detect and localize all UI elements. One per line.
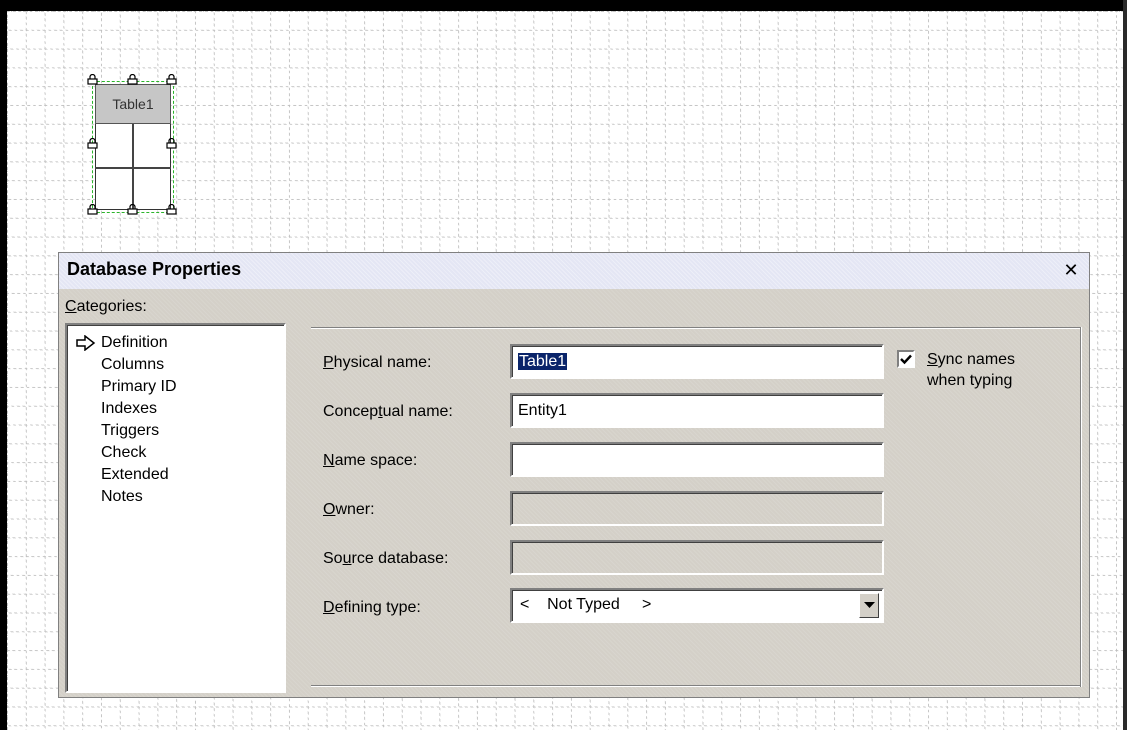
window-title: Database Properties [67, 259, 242, 279]
window-frame-top [0, 0, 1127, 11]
physical-name-label-text: hysical name: [333, 354, 432, 371]
checkmark-icon [900, 354, 912, 365]
category-item-label: Definition [101, 334, 168, 351]
sync-names-label-line2: when typing [927, 372, 1013, 389]
selection-outline [92, 81, 174, 213]
owner-label: Owner: [323, 501, 375, 519]
physical-name-field[interactable]: Table1 [510, 344, 884, 379]
name-space-accesskey: N [323, 452, 335, 469]
source-database-label: Source database: [323, 550, 448, 568]
sync-names-checkbox[interactable] [897, 350, 915, 368]
name-space-label: Name space: [323, 452, 417, 470]
database-properties-window: Database Properties ✕ Categories: Defini… [58, 252, 1090, 698]
lock-handle-icon[interactable] [166, 74, 177, 85]
categories-list[interactable]: Definition Columns Primary ID Indexes Tr… [65, 323, 286, 693]
physical-name-label: Physical name: [323, 354, 432, 372]
defining-type-select[interactable]: < Not Typed > [510, 588, 884, 623]
panel-divider-bottom [311, 685, 1082, 687]
categories-label: Categories: [65, 298, 147, 316]
source-database-label-text: rce database: [351, 550, 449, 567]
panel-divider-top [311, 327, 1082, 329]
conceptual-name-label: Conceptual name: [323, 403, 453, 421]
categories-label-accesskey: C [65, 298, 77, 315]
name-space-field[interactable] [510, 442, 884, 477]
conceptual-name-label-pre: Concep [323, 403, 379, 420]
category-item-label: Check [101, 444, 147, 461]
defining-type-value: < Not Typed > [520, 596, 652, 613]
lock-handle-icon[interactable] [87, 204, 98, 215]
physical-name-value: Table1 [518, 353, 568, 370]
conceptual-name-label-text: ual name: [382, 403, 453, 420]
category-item-label: Notes [101, 488, 143, 505]
category-item-extended[interactable]: Extended [71, 465, 280, 487]
lock-handle-icon[interactable] [87, 74, 98, 85]
table-shape[interactable]: Table1 [87, 74, 177, 215]
category-item-label: Columns [101, 356, 165, 373]
category-item-label: Triggers [101, 422, 160, 439]
defining-type-label-text: efining type: [334, 599, 421, 616]
source-database-label-pre: So [323, 550, 343, 567]
lock-handle-icon[interactable] [87, 138, 98, 149]
window-frame-right [1123, 0, 1127, 730]
owner-accesskey: O [323, 501, 336, 518]
chevron-down-icon [864, 602, 875, 608]
lock-handle-icon[interactable] [166, 204, 177, 215]
owner-label-text: wner: [335, 501, 375, 518]
category-item-label: Indexes [101, 400, 158, 417]
category-item-check[interactable]: Check [71, 443, 280, 465]
window-frame-left [0, 0, 7, 730]
category-item-label: Extended [101, 466, 169, 483]
source-database-field [510, 540, 884, 575]
panel-divider-right [1080, 327, 1082, 687]
category-item-label: Primary ID [101, 378, 177, 395]
dropdown-button[interactable] [859, 593, 879, 618]
name-space-label-text: ame space: [334, 452, 418, 469]
category-item-primary-id[interactable]: Primary ID [71, 377, 280, 399]
lock-handle-icon[interactable] [127, 204, 138, 215]
category-item-notes[interactable]: Notes [71, 487, 280, 509]
close-icon[interactable]: ✕ [1061, 261, 1081, 281]
lock-handle-icon[interactable] [166, 138, 177, 149]
sync-names-label[interactable]: Sync names when typing [927, 349, 1077, 391]
category-item-indexes[interactable]: Indexes [71, 399, 280, 421]
category-item-columns[interactable]: Columns [71, 355, 280, 377]
sync-names-label-text: ync names [937, 351, 1016, 368]
arrow-right-icon [75, 334, 97, 352]
defining-type-label: Defining type: [323, 599, 421, 617]
conceptual-name-value: Entity1 [518, 402, 567, 419]
sync-names-accesskey: S [927, 351, 938, 368]
window-titlebar[interactable]: Database Properties ✕ [59, 253, 1089, 289]
category-item-triggers[interactable]: Triggers [71, 421, 280, 443]
categories-label-text: ategories: [76, 298, 147, 315]
category-item-definition[interactable]: Definition [71, 333, 280, 355]
physical-name-accesskey: P [323, 354, 334, 371]
conceptual-name-field[interactable]: Entity1 [510, 393, 884, 428]
owner-field [510, 491, 884, 526]
defining-type-accesskey: D [323, 599, 335, 616]
lock-handle-icon[interactable] [127, 74, 138, 85]
